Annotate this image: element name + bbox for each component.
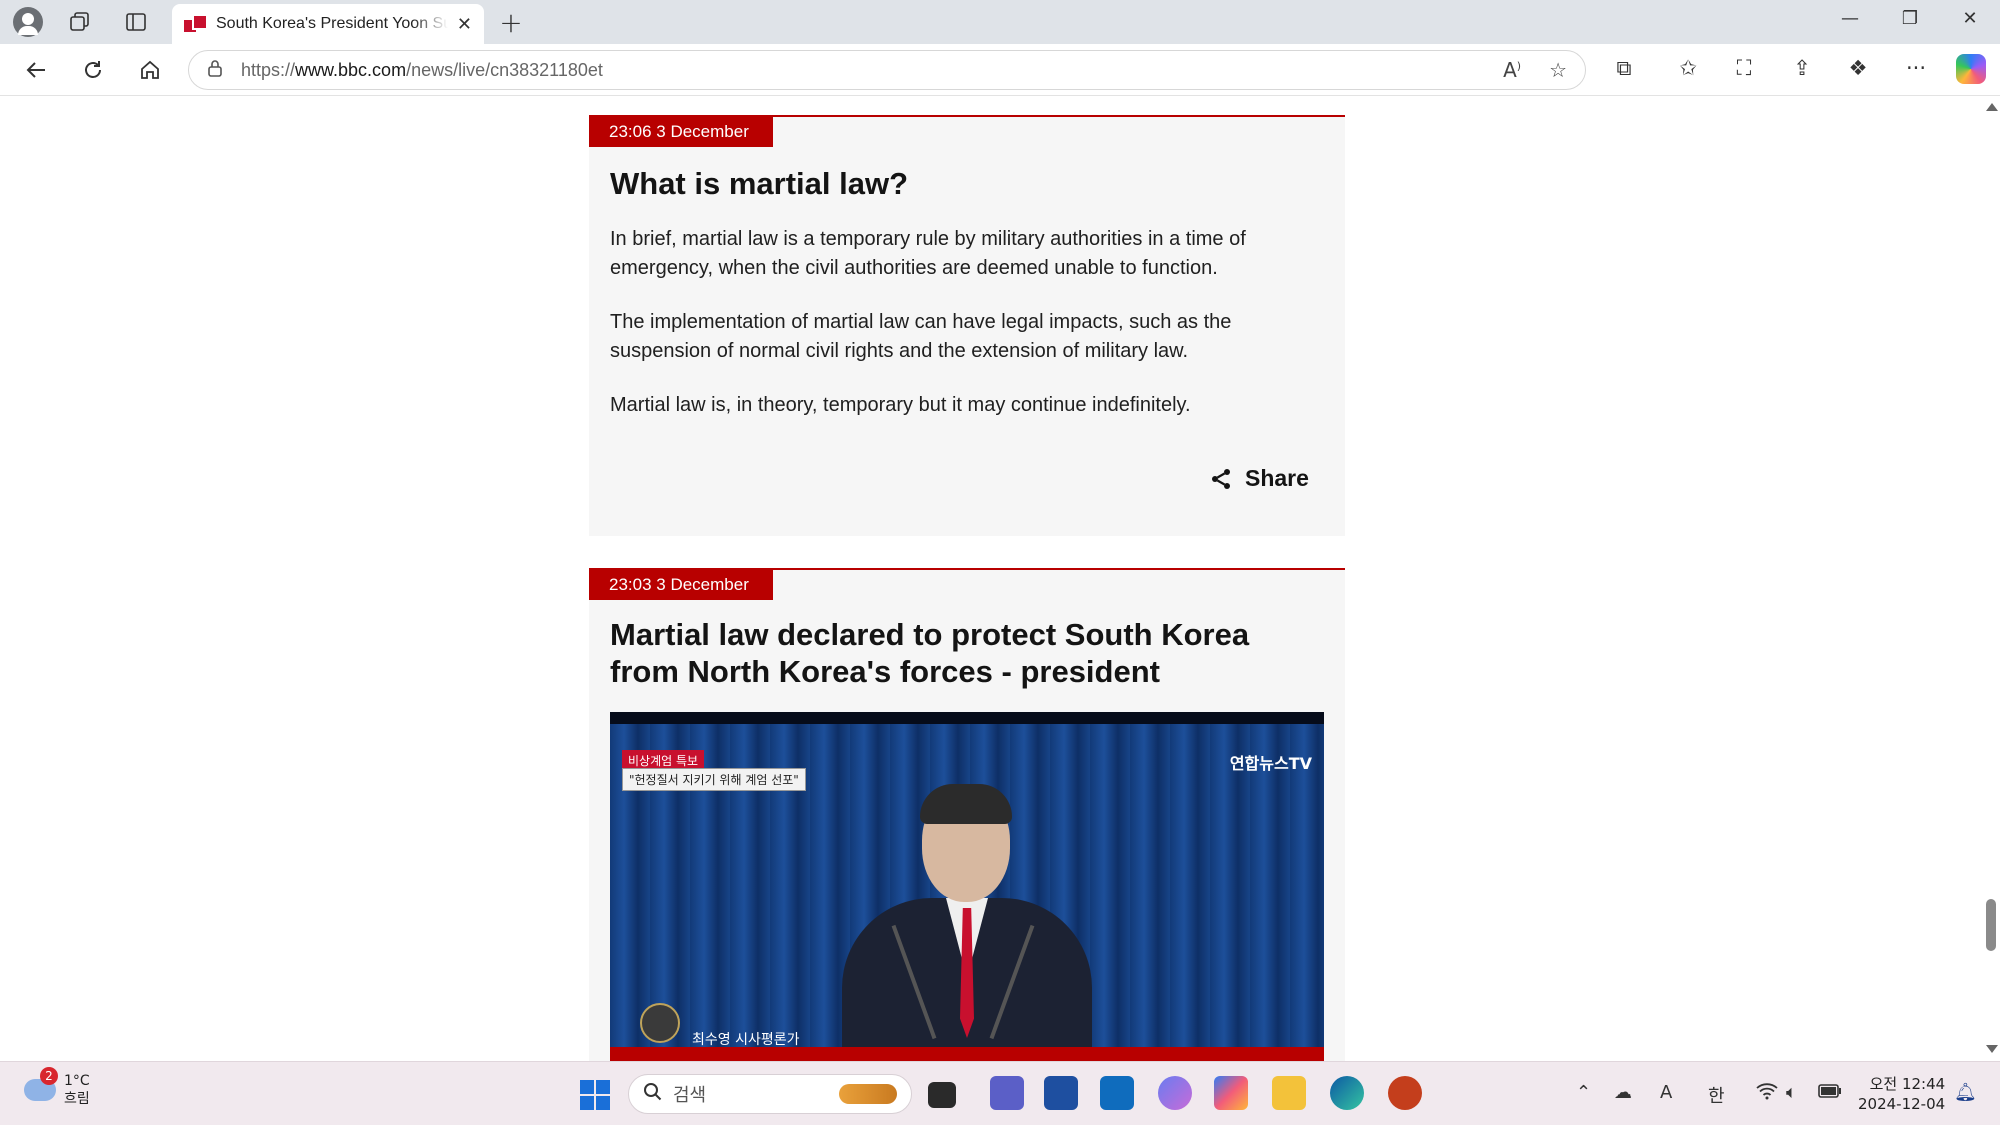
refresh-icon[interactable] [75, 54, 111, 86]
page-scrollbar[interactable] [1982, 97, 2000, 1061]
search-highlight-icon [839, 1084, 897, 1104]
page-content: 23:06 3 December What is martial law? In… [0, 97, 1982, 1061]
onedrive-icon[interactable]: ☁ [1614, 1082, 1632, 1103]
share-label: Share [1245, 465, 1309, 491]
clock-time: 오전 12:44 [1869, 1075, 1946, 1093]
notification-bell-icon[interactable]: 🔔︎ [1954, 1082, 1977, 1103]
copilot-taskbar-icon[interactable] [1214, 1076, 1248, 1110]
scroll-up-icon[interactable] [1986, 103, 1998, 111]
scroll-thumb[interactable] [1986, 899, 1996, 951]
windows-taskbar: 2 1°C 흐림 검색 ⌃ ☁ A 한 🔈︎ 오전 12:44 2024-12-… [0, 1061, 2000, 1125]
battery-icon[interactable] [1818, 1082, 1842, 1103]
star-icon[interactable]: ☆ [1549, 58, 1567, 82]
live-post: 23:06 3 December What is martial law? In… [589, 115, 1345, 536]
start-button[interactable] [580, 1080, 610, 1110]
task-view-icon[interactable] [928, 1082, 956, 1108]
post-paragraph: The implementation of martial law can ha… [610, 311, 1232, 362]
search-icon [643, 1082, 663, 1107]
profile-button[interactable] [8, 6, 48, 38]
post-timestamp: 23:06 3 December [589, 117, 773, 147]
new-tab-button[interactable]: + [491, 6, 531, 39]
address-bar[interactable]: https://www.bbc.com/news/live/cn38321180… [188, 50, 1586, 90]
copilot-icon[interactable] [1956, 54, 1986, 84]
minimize-icon[interactable]: — [1830, 8, 1870, 29]
vertical-tabs-icon [126, 13, 146, 31]
share-icon [1212, 468, 1230, 489]
post-paragraph: In brief, martial law is a temporary rul… [610, 228, 1246, 279]
wifi-icon[interactable] [1756, 1082, 1778, 1105]
tab-title: South Korea's President Yoon Suk Yeol de… [216, 15, 448, 32]
workspaces-icon [70, 12, 89, 31]
collections-icon[interactable]: ❖ [1840, 56, 1876, 80]
emblem-icon [640, 1003, 680, 1043]
url-text[interactable]: https://www.bbc.com/news/live/cn38321180… [241, 60, 603, 81]
taskbar-search[interactable]: 검색 [628, 1074, 912, 1114]
cloud-icon: 2 [24, 1067, 58, 1101]
broadcast-caption: "헌정질서 지키기 위해 계엄 선포" [622, 768, 806, 791]
live-post: 23:03 3 December Martial law declared to… [589, 568, 1345, 1061]
lock-icon[interactable] [207, 59, 223, 82]
store-icon[interactable] [1044, 1076, 1078, 1110]
tab-close-icon[interactable]: ✕ [457, 14, 472, 35]
system-clock[interactable]: 오전 12:44 2024-12-04 [1858, 1074, 1945, 1114]
post-headline: What is martial law? [610, 166, 909, 201]
clock-date: 2024-12-04 [1858, 1095, 1946, 1113]
news-video-still[interactable]: 비상계엄 특보 "헌정질서 지키기 위해 계엄 선포" 연합뉴스TV 최수영 시… [610, 712, 1324, 1061]
volume-icon[interactable]: 🔈︎ [1786, 1082, 1797, 1103]
more-menu-icon[interactable]: ··· [1898, 56, 1934, 80]
active-tab[interactable]: South Korea's President Yoon Suk Yeol de… [172, 4, 484, 44]
extensions-icon[interactable]: ⧉ [1606, 56, 1642, 81]
weather-badge: 2 [40, 1067, 58, 1085]
channel-logo: 연합뉴스TV [1229, 754, 1312, 773]
restore-icon[interactable]: ❐ [1890, 8, 1930, 29]
favorites-icon[interactable]: ✩ [1670, 56, 1706, 80]
copilot-app-icon[interactable] [1158, 1076, 1192, 1110]
window-close-icon[interactable]: ✕ [1950, 8, 1990, 29]
outlook-icon[interactable] [1100, 1076, 1134, 1110]
search-placeholder: 검색 [673, 1085, 707, 1106]
file-explorer-icon[interactable] [1272, 1076, 1306, 1110]
browser-toolbar: https://www.bbc.com/news/live/cn38321180… [0, 44, 2000, 96]
workspaces-button[interactable] [60, 6, 100, 38]
teams-icon[interactable] [990, 1076, 1024, 1110]
bbc-favicon-icon [184, 14, 208, 34]
name-caption: 최수영 시사평론가 [692, 1032, 800, 1048]
profile-icon [13, 7, 43, 37]
post-paragraph: Martial law is, in theory, temporary but… [610, 394, 1191, 416]
weather-widget[interactable]: 2 1°C 흐림 [24, 1067, 90, 1108]
weather-desc: 흐림 [64, 1091, 90, 1107]
post-timestamp: 23:03 3 December [589, 570, 773, 600]
font-icon[interactable]: A [1660, 1082, 1672, 1103]
powerpoint-icon[interactable] [1388, 1076, 1422, 1110]
ime-icon[interactable]: 한 [1708, 1082, 1725, 1108]
share-button[interactable]: Share [1209, 465, 1309, 492]
tab-actions-button[interactable] [116, 6, 156, 38]
lower-third-bar [610, 1047, 1324, 1061]
post-headline: Martial law declared to protect South Ko… [610, 617, 1250, 689]
read-aloud-icon[interactable]: A) [1503, 58, 1521, 82]
tray-overflow-icon[interactable]: ⌃ [1576, 1082, 1591, 1103]
weather-temp: 1°C [64, 1073, 90, 1089]
browser-tab-bar: South Korea's President Yoon Suk Yeol de… [0, 0, 2000, 44]
edge-icon[interactable] [1330, 1076, 1364, 1110]
home-icon[interactable] [132, 54, 168, 86]
share-page-icon[interactable]: ⇪ [1784, 56, 1820, 80]
screenshot-icon[interactable]: ⛶ [1726, 56, 1762, 81]
back-arrow-icon[interactable] [18, 54, 54, 86]
scroll-down-icon[interactable] [1986, 1045, 1998, 1053]
